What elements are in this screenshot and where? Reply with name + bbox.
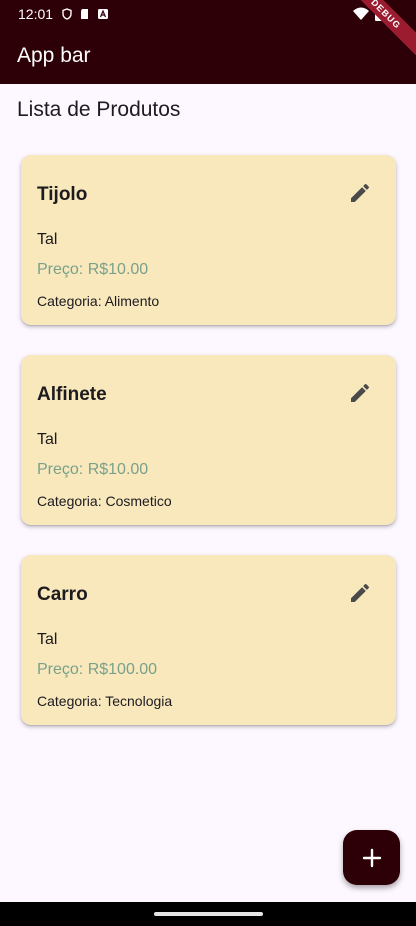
product-name: Tijolo <box>37 184 88 205</box>
pencil-icon[interactable] <box>348 381 372 405</box>
a-notification-icon <box>98 9 109 19</box>
sd-card-icon <box>81 9 89 19</box>
product-card[interactable]: Carro Tal Preço: R$100.00 Categoria: Tec… <box>21 555 396 725</box>
product-description: Tal <box>37 431 58 448</box>
status-bar: 12:01 <box>0 0 416 28</box>
app-bar-title: App bar <box>17 44 91 67</box>
product-description: Tal <box>37 631 58 648</box>
product-description: Tal <box>37 231 58 248</box>
product-price: Preço: R$10.00 <box>37 261 149 278</box>
product-name: Alfinete <box>37 384 107 405</box>
wifi-icon <box>353 7 369 20</box>
product-price: Preço: R$100.00 <box>37 661 158 678</box>
product-category: Categoria: Alimento <box>37 293 160 309</box>
product-name: Carro <box>37 584 88 605</box>
navigation-bar <box>0 902 416 926</box>
product-category: Categoria: Cosmetico <box>37 493 172 509</box>
shield-icon <box>62 8 72 20</box>
plus-icon <box>362 848 381 867</box>
app-screen: 12:01 App bar DEBUG Lista de Produtos Ti… <box>0 0 416 926</box>
pencil-icon[interactable] <box>348 181 372 205</box>
app-bar: App bar <box>0 28 416 84</box>
status-time: 12:01 <box>18 6 54 22</box>
product-card[interactable]: Tijolo Tal Preço: R$10.00 Categoria: Ali… <box>21 155 396 325</box>
product-category: Categoria: Tecnologia <box>37 693 173 709</box>
pencil-icon[interactable] <box>348 581 372 605</box>
home-gesture-handle[interactable] <box>154 912 263 916</box>
product-price: Preço: R$10.00 <box>37 461 149 478</box>
page-title: Lista de Produtos <box>17 98 181 121</box>
product-card[interactable]: Alfinete Tal Preço: R$10.00 Categoria: C… <box>21 355 396 525</box>
add-product-button[interactable] <box>343 830 400 885</box>
